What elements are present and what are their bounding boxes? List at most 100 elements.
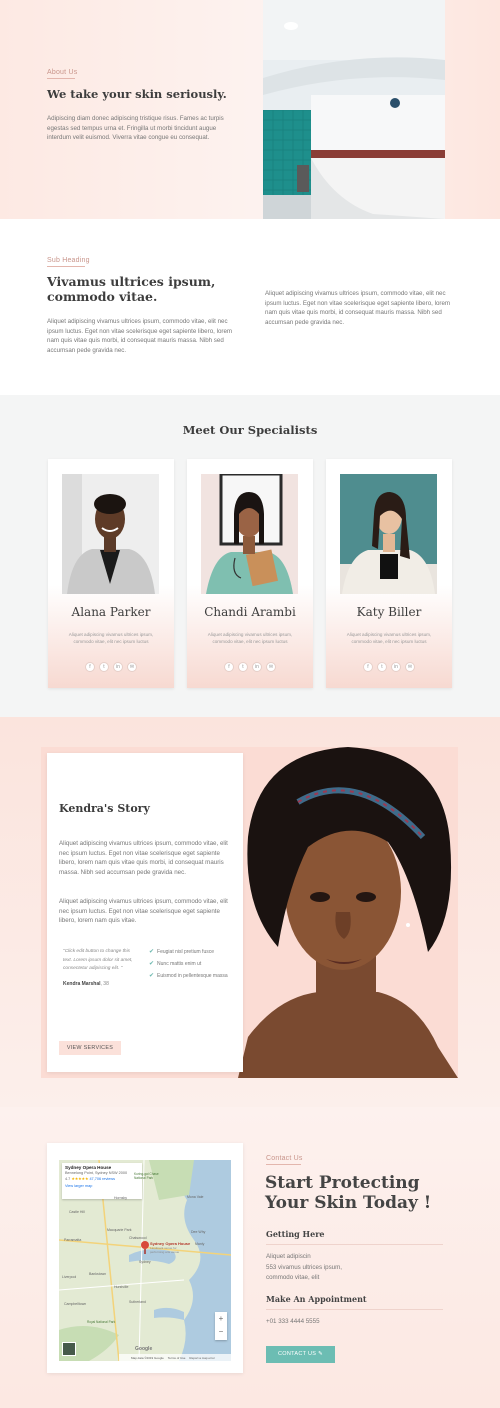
getting-here-heading: Getting Here <box>266 1229 325 1239</box>
zoom-out-button[interactable]: − <box>215 1325 227 1338</box>
star-icon: ★★★★★ <box>71 1177 89 1181</box>
contact-eyebrow: Contact Us <box>266 1155 303 1162</box>
contact-heading-line1: Start Protecting <box>265 1173 420 1193</box>
specialist-desc: Aliquet adipiscing vivamus ultrices ipsu… <box>346 632 432 644</box>
map-label: Parramatta <box>64 1238 82 1242</box>
divider <box>266 1244 443 1245</box>
linkedin-icon[interactable]: in <box>113 662 123 672</box>
specialist-name: Chandi Arambi <box>204 605 296 619</box>
place-address: Bennelong Point, Sydney NSW 2000 <box>65 1171 128 1175</box>
map-footer: Map data ©2019 Google Terms of Use Repor… <box>119 1354 231 1361</box>
check-icon: ✔ <box>149 949 155 955</box>
map-label: Campbelltown <box>64 1302 87 1306</box>
story-card: Kendra's Story Aliquet adipiscing vivamu… <box>47 753 243 1072</box>
clinic-reception-photo <box>263 0 445 219</box>
checklist-text: Nunc mattis enim ut <box>157 961 202 967</box>
specialists-section: Meet Our Specialists Alana Parker Alique… <box>0 395 500 717</box>
story-section: Kendra's Story Aliquet adipiscing vivamu… <box>0 717 500 1107</box>
contact-heading-line2: Your Skin Today ! <box>265 1193 432 1213</box>
satellite-toggle[interactable] <box>62 1342 76 1356</box>
check-icon: ✔ <box>149 961 155 967</box>
facebook-icon[interactable]: f <box>363 662 373 672</box>
map-label: Sutherland <box>129 1300 146 1304</box>
map-label: Macquarie Park <box>107 1228 132 1232</box>
rating-value: 4.7 <box>65 1177 71 1181</box>
specialist-desc: Aliquet adipiscing vivamus ultrices ipsu… <box>68 632 154 644</box>
story-heading: Kendra's Story <box>59 802 150 815</box>
map-data-text: Map data ©2019 Google <box>131 1355 164 1360</box>
story-para-2: Aliquet adipiscing vivamus ultrices ipsu… <box>59 898 228 925</box>
author-age: , 38 <box>100 981 109 987</box>
specialist-photo <box>62 474 159 594</box>
map-label: Mona Vale <box>187 1195 204 1199</box>
linkedin-icon[interactable]: in <box>252 662 262 672</box>
larger-map-link[interactable]: View larger map <box>65 1184 139 1188</box>
about-eyebrow: About Us <box>47 69 78 76</box>
zoom-controls: + − <box>215 1312 227 1340</box>
twitter-icon[interactable]: t <box>377 662 387 672</box>
map-card: Sydney Opera House Bennelong Point, Sydn… <box>47 1143 243 1373</box>
facebook-icon[interactable]: f <box>224 662 234 672</box>
map-label: Manly <box>195 1242 205 1246</box>
map-label: Liverpool <box>62 1275 77 1279</box>
specialists-heading: Meet Our Specialists <box>182 423 318 437</box>
specialist-name: Alana Parker <box>71 605 151 619</box>
checklist-item: ✔ Nunc mattis enim ut <box>149 961 233 967</box>
email-icon[interactable]: ✉ <box>405 662 415 672</box>
appointment-heading: Make An Appointment <box>266 1294 367 1304</box>
social-links: f t in ✉ <box>326 662 452 672</box>
contact-section: Sydney Opera House Bennelong Point, Sydn… <box>0 1107 500 1408</box>
specialist-name: Katy Biller <box>356 605 422 619</box>
map-label: Hurstville <box>114 1285 129 1289</box>
map-label: Royal National Park <box>87 1320 116 1324</box>
about-section: About Us We take your skin seriously. Ad… <box>0 0 500 219</box>
intro-left-body: Aliquet adipiscing vivamus ultrices ipsu… <box>47 318 233 354</box>
pin-sublabel: Landmark venue for performing arts venue <box>150 1246 180 1254</box>
intro-eyebrow: Sub Heading <box>47 257 90 264</box>
intro-section: Sub Heading Vivamus ultrices ipsum, comm… <box>0 219 500 395</box>
checklist-text: Feugiat nisl pretium fusce <box>157 949 215 955</box>
zoom-in-button[interactable]: + <box>215 1312 227 1325</box>
google-map[interactable]: Sydney Opera House Bennelong Point, Sydn… <box>59 1160 231 1361</box>
story-para-1: Aliquet adipiscing vivamus ultrices ipsu… <box>59 840 228 876</box>
email-icon[interactable]: ✉ <box>127 662 137 672</box>
feature-checklist: ✔ Feugiat nisl pretium fusce ✔ Nunc mattis… <box>149 949 233 979</box>
map-label: Hornsby <box>114 1196 128 1200</box>
contact-heading: Start Protecting Your Skin Today ! <box>265 1173 431 1213</box>
checklist-text: Euismod in pellentesque massa <box>157 973 228 979</box>
place-info-card: Sydney Opera House Bennelong Point, Sydn… <box>62 1163 142 1199</box>
specialist-card: Alana Parker Aliquet adipiscing vivamus … <box>48 459 174 688</box>
terms-link[interactable]: Terms of Use <box>168 1356 186 1360</box>
eyebrow-divider <box>47 266 85 267</box>
edit-icon: ✎ <box>318 1351 323 1357</box>
twitter-icon[interactable]: t <box>99 662 109 672</box>
map-label: Kuring-gai Chase National Park <box>134 1172 159 1180</box>
facebook-icon[interactable]: f <box>85 662 95 672</box>
map-label: Castle Hill <box>69 1210 85 1214</box>
check-icon: ✔ <box>149 973 155 979</box>
map-label: Bankstown <box>89 1272 107 1276</box>
about-body: Adipiscing diam donec adipiscing tristiq… <box>47 115 224 142</box>
address: Aliquet adipiscin 553 vivamus ultrices i… <box>266 1252 342 1284</box>
email-icon[interactable]: ✉ <box>266 662 276 672</box>
social-links: f t in ✉ <box>48 662 174 672</box>
author-name: Kendra Marshal <box>63 981 101 987</box>
contact-us-button[interactable]: CONTACT US ✎ <box>266 1346 335 1363</box>
report-link[interactable]: Report a map error <box>189 1356 214 1360</box>
specialist-desc: Aliquet adipiscing vivamus ultrices ipsu… <box>207 632 293 644</box>
address-line: Aliquet adipiscin <box>266 1253 311 1260</box>
twitter-icon[interactable]: t <box>238 662 248 672</box>
phone-number: +01 333 4444 5555 <box>266 1318 320 1325</box>
eyebrow-divider <box>266 1164 301 1165</box>
divider <box>266 1309 443 1310</box>
specialist-card: Katy Biller Aliquet adipiscing vivamus u… <box>326 459 452 688</box>
eyebrow-divider <box>47 78 75 79</box>
kendra-portrait <box>238 747 458 1078</box>
view-services-button[interactable]: VIEW SERVICES <box>59 1041 121 1055</box>
intro-right-body: Aliquet adipiscing vivamus ultrices ipsu… <box>265 290 451 326</box>
testimonial-quote: "Click edit button to change this text. … <box>63 949 133 971</box>
linkedin-icon[interactable]: in <box>391 662 401 672</box>
address-line: commodo vitae, elit <box>266 1274 320 1281</box>
reviews-link[interactable]: 47,706 reviews <box>89 1177 115 1181</box>
checklist-item: ✔ Euismod in pellentesque massa <box>149 973 233 979</box>
